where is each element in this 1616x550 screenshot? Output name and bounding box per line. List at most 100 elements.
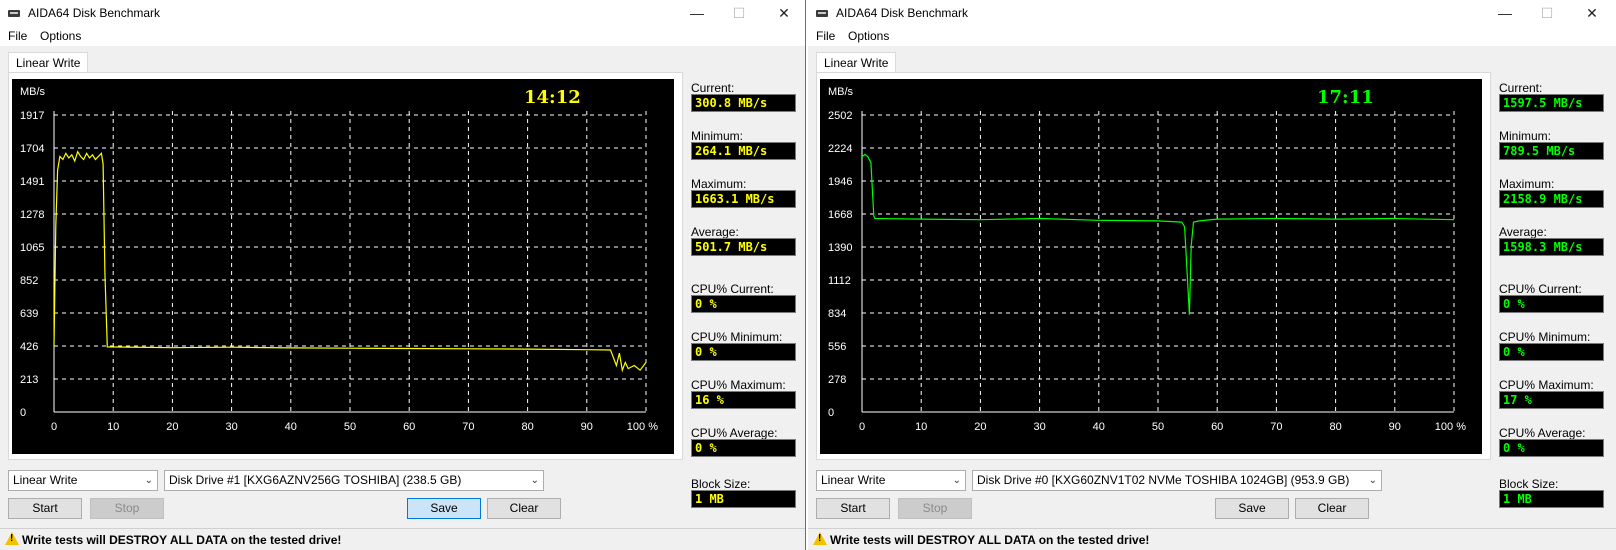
x-tick-label: 30 xyxy=(1033,421,1045,433)
stat-label: Average: xyxy=(691,225,739,239)
stat-value-box: 264.1 MB/s xyxy=(691,142,796,160)
benchmark-window-left: AIDA64 Disk Benchmark — ☐ ✕ File Options… xyxy=(0,0,806,550)
stat-label: Minimum: xyxy=(691,129,744,143)
throughput-chart-svg: 1917 1704 1491 1278 1065 852 639 426 213 0 0 10 20 30… xyxy=(20,110,658,433)
y-tick-label: 213 xyxy=(20,374,38,386)
x-tick-label: 90 xyxy=(581,421,593,433)
warning-icon xyxy=(813,532,827,545)
x-tick-label: 100 % xyxy=(1435,421,1466,433)
stat-label: CPU% Minimum: xyxy=(1499,330,1591,344)
drive-select[interactable]: Disk Drive #1 [KXG6AZNV256G TOSHIBA] (23… xyxy=(164,470,544,491)
y-tick-label: 639 xyxy=(20,308,38,320)
y-tick-label: 1917 xyxy=(20,110,44,122)
stat-label: Current: xyxy=(1499,81,1543,95)
title-bar: AIDA64 Disk Benchmark — ☐ ✕ xyxy=(808,0,1616,26)
stat-label: CPU% Maximum: xyxy=(691,378,786,392)
window-title: AIDA64 Disk Benchmark xyxy=(28,6,161,20)
x-tick-label: 40 xyxy=(1093,421,1105,433)
menu-file[interactable]: File xyxy=(816,29,835,43)
drive-select[interactable]: Disk Drive #0 [KXG60ZNV1T02 NVMe TOSHIBA… xyxy=(972,470,1382,491)
stat-value-box: 0 % xyxy=(1499,439,1604,457)
y-tick-label: 1491 xyxy=(20,176,44,188)
clear-button[interactable]: Clear xyxy=(487,498,561,519)
y-tick-label: 1065 xyxy=(20,242,44,254)
save-button[interactable]: Save xyxy=(1215,498,1289,519)
tab-linear-write[interactable]: Linear Write xyxy=(816,52,897,73)
benchmark-window-right: AIDA64 Disk Benchmark — ☐ ✕ File Options… xyxy=(808,0,1616,550)
menu-file[interactable]: File xyxy=(8,29,27,43)
stat-value-box: 0 % xyxy=(691,343,796,361)
y-tick-label: 0 xyxy=(828,407,834,419)
throughput-chart: 1917 1704 1491 1278 1065 852 639 426 213 0 0 10 20 30… xyxy=(12,79,674,454)
y-axis-unit: MB/s xyxy=(20,86,46,98)
close-icon[interactable]: ✕ xyxy=(1581,3,1603,23)
chevron-down-icon: ⌄ xyxy=(144,475,153,486)
y-tick-label: 426 xyxy=(20,341,38,353)
throughput-chart-svg: 2502 2224 1946 1668 1390 1112 834 556 278 0 0 10 20 3… xyxy=(828,110,1466,433)
stat-value-box: 300.8 MB/s xyxy=(691,94,796,112)
x-tick-label: 0 xyxy=(859,421,865,433)
test-type-value: Linear Write xyxy=(821,473,886,487)
x-tick-label: 10 xyxy=(107,421,119,433)
save-button[interactable]: Save xyxy=(407,498,481,519)
stat-value-box: 1598.3 MB/s xyxy=(1499,238,1604,256)
stat-value-box: 0 % xyxy=(1499,295,1604,313)
y-axis-unit: MB/s xyxy=(828,86,854,98)
stat-value-box: 0 % xyxy=(691,439,796,457)
stop-button[interactable]: Stop xyxy=(90,498,164,519)
stat-label: CPU% Minimum: xyxy=(691,330,783,344)
stat-value-box: 1 MB xyxy=(1499,490,1604,508)
drive-value: Disk Drive #1 [KXG6AZNV256G TOSHIBA] (23… xyxy=(169,473,462,487)
stat-label: Block Size: xyxy=(691,477,751,491)
elapsed-timer: 14:12 xyxy=(524,87,581,108)
x-tick-label: 30 xyxy=(225,421,237,433)
stat-label: CPU% Average: xyxy=(691,426,778,440)
elapsed-timer: 17:11 xyxy=(1317,87,1374,108)
stat-value-box: 0 % xyxy=(691,295,796,313)
start-button[interactable]: Start xyxy=(816,498,890,519)
test-type-select[interactable]: Linear Write ⌄ xyxy=(816,470,966,491)
y-tick-label: 556 xyxy=(828,341,846,353)
stat-label: CPU% Current: xyxy=(691,282,774,296)
stat-value-box: 789.5 MB/s xyxy=(1499,142,1604,160)
stat-label: CPU% Maximum: xyxy=(1499,378,1594,392)
stat-label: Block Size: xyxy=(1499,477,1559,491)
stop-button[interactable]: Stop xyxy=(898,498,972,519)
y-tick-label: 2224 xyxy=(828,143,852,155)
x-tick-label: 70 xyxy=(1270,421,1282,433)
tab-linear-write[interactable]: Linear Write xyxy=(8,52,89,73)
x-tick-label: 60 xyxy=(403,421,415,433)
x-tick-label: 40 xyxy=(285,421,297,433)
x-tick-label: 0 xyxy=(51,421,57,433)
warning-text: Write tests will DESTROY ALL DATA on the… xyxy=(830,533,1150,547)
x-tick-label: 70 xyxy=(462,421,474,433)
minimize-icon[interactable]: — xyxy=(1494,3,1516,23)
drive-value: Disk Drive #0 [KXG60ZNV1T02 NVMe TOSHIBA… xyxy=(977,473,1350,487)
menu-bar: File Options xyxy=(0,26,805,46)
x-tick-label: 100 % xyxy=(627,421,658,433)
stat-label: Minimum: xyxy=(1499,129,1552,143)
stat-value-box: 2158.9 MB/s xyxy=(1499,190,1604,208)
warning-text: Write tests will DESTROY ALL DATA on the… xyxy=(22,533,342,547)
maximize-icon[interactable]: ☐ xyxy=(1536,3,1558,23)
status-bar: Write tests will DESTROY ALL DATA on the… xyxy=(808,528,1616,550)
stat-value-box: 501.7 MB/s xyxy=(691,238,796,256)
close-icon[interactable]: ✕ xyxy=(773,3,795,23)
test-type-select[interactable]: Linear Write ⌄ xyxy=(8,470,158,491)
clear-button[interactable]: Clear xyxy=(1295,498,1369,519)
maximize-icon[interactable]: ☐ xyxy=(728,3,750,23)
menu-options[interactable]: Options xyxy=(40,29,81,43)
test-type-value: Linear Write xyxy=(13,473,78,487)
y-tick-label: 1390 xyxy=(828,242,852,254)
menu-options[interactable]: Options xyxy=(848,29,889,43)
x-tick-label: 20 xyxy=(166,421,178,433)
y-tick-label: 834 xyxy=(828,308,846,320)
chevron-down-icon: ⌄ xyxy=(952,475,961,486)
y-tick-label: 1946 xyxy=(828,176,852,188)
stat-value-box: 16 % xyxy=(691,391,796,409)
y-tick-label: 278 xyxy=(828,374,846,386)
start-button[interactable]: Start xyxy=(8,498,82,519)
stat-value-box: 17 % xyxy=(1499,391,1604,409)
minimize-icon[interactable]: — xyxy=(686,3,708,23)
stat-value-box: 1597.5 MB/s xyxy=(1499,94,1604,112)
